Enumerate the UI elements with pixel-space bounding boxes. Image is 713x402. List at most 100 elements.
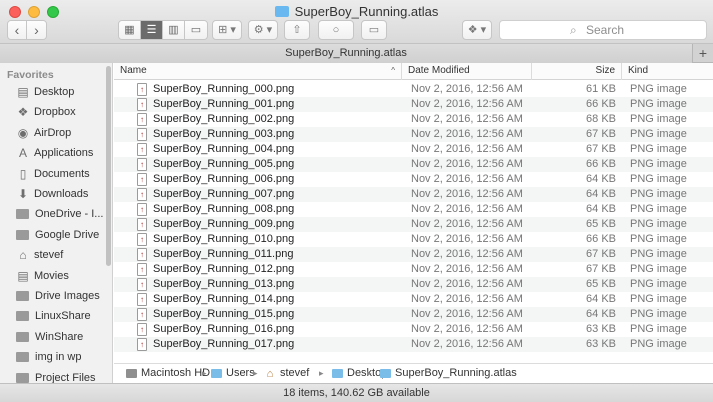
file-date-modified: Nov 2, 2016, 12:56 AM — [411, 248, 523, 260]
file-date-modified: Nov 2, 2016, 12:56 AM — [411, 293, 523, 305]
sidebar-item-linuxshare[interactable]: LinuxShare — [0, 306, 108, 326]
column-header-date[interactable]: Date Modified — [402, 63, 532, 80]
file-name: SuperBoy_Running_016.png — [153, 323, 295, 335]
sidebar-item-documents[interactable]: ▯ Documents — [0, 164, 108, 184]
file-row[interactable]: ↑ SuperBoy_Running_011.png Nov 2, 2016, 12… — [114, 247, 713, 262]
sidebar-item-applications[interactable]: A Applications — [0, 143, 108, 163]
action-button[interactable]: ⚙ ▾ — [248, 20, 278, 40]
file-name: SuperBoy_Running_007.png — [153, 188, 295, 200]
file-row[interactable]: ↑ SuperBoy_Running_004.png Nov 2, 2016, 12… — [114, 142, 713, 157]
path-item-superboy-running-atlas[interactable]: SuperBoy_Running.atlas — [380, 364, 517, 383]
file-row[interactable]: ↑ SuperBoy_Running_006.png Nov 2, 2016, 12… — [114, 172, 713, 187]
sidebar-item-label: Project Files — [35, 371, 96, 383]
title-bar: SuperBoy_Running.atlas ‹ › ▦ ☰ ▥ ▭ ⊞ ▾ ⚙… — [0, 0, 713, 44]
folder-icon — [16, 291, 29, 301]
file-name: SuperBoy_Running_004.png — [153, 143, 295, 155]
path-item-macintosh-hd[interactable]: Macintosh HD — [126, 364, 210, 383]
sidebar-item-label: img in wp — [35, 351, 82, 364]
path-item-users[interactable]: Users — [211, 364, 255, 383]
file-kind: PNG image — [630, 338, 687, 350]
sidebar-item-label: WinShare — [35, 330, 84, 343]
new-folder-button[interactable]: ▭ — [361, 20, 387, 40]
dropbox-button[interactable]: ❖ ▾ — [462, 20, 492, 40]
file-row[interactable]: ↑ SuperBoy_Running_017.png Nov 2, 2016, 12… — [114, 337, 713, 352]
png-file-icon: ↑ — [137, 308, 147, 321]
tab-bar: SuperBoy_Running.atlas + — [0, 44, 713, 63]
sidebar-item-project-files[interactable]: Project Files — [0, 368, 108, 383]
file-row[interactable]: ↑ SuperBoy_Running_009.png Nov 2, 2016, 12… — [114, 217, 713, 232]
file-row[interactable]: ↑ SuperBoy_Running_003.png Nov 2, 2016, 12… — [114, 127, 713, 142]
file-row[interactable]: ↑ SuperBoy_Running_001.png Nov 2, 2016, 12… — [114, 97, 713, 112]
file-size: 64 KB — [586, 203, 616, 215]
sidebar-item-stevef[interactable]: ⌂ stevef — [0, 245, 108, 265]
folder-icon — [211, 369, 222, 378]
folder-icon — [16, 372, 29, 383]
file-name: SuperBoy_Running_003.png — [153, 128, 295, 140]
sidebar-item-google-drive[interactable]: Google Drive — [0, 225, 108, 245]
sidebar-item-onedrive-i[interactable]: OneDrive - I... — [0, 204, 108, 224]
column-header-name[interactable]: Name ^ — [114, 63, 402, 80]
sidebar-item-label: Downloads — [34, 188, 89, 200]
sidebar-item-label: OneDrive - I... — [35, 208, 104, 221]
file-size: 66 KB — [586, 98, 616, 110]
sidebar-item-winshare[interactable]: WinShare — [0, 327, 108, 347]
file-row[interactable]: ↑ SuperBoy_Running_000.png Nov 2, 2016, 12… — [114, 82, 713, 97]
search-input[interactable] — [586, 22, 696, 38]
folder-icon — [16, 311, 29, 322]
column-header-size[interactable]: Size — [532, 63, 622, 80]
folder-icon — [16, 331, 29, 342]
home-icon: ⌂ — [19, 248, 27, 263]
sidebar-item-label: Movies — [34, 269, 69, 282]
file-row[interactable]: ↑ SuperBoy_Running_007.png Nov 2, 2016, 12… — [114, 187, 713, 202]
arrange-button[interactable]: ⊞ ▾ — [212, 20, 242, 40]
sidebar-item-movies[interactable]: ▤ Movies — [0, 266, 108, 286]
column-view-button[interactable]: ▥ — [163, 21, 185, 39]
tags-button[interactable]: ○ — [318, 20, 354, 40]
path-item-stevef[interactable]: ⌂ stevef — [264, 364, 310, 383]
file-row[interactable]: ↑ SuperBoy_Running_002.png Nov 2, 2016, 12… — [114, 112, 713, 127]
sidebar-item-desktop[interactable]: ▤ Desktop — [0, 82, 108, 102]
list-view-button[interactable]: ☰ — [141, 21, 163, 39]
downloads-icon: ⬇ — [17, 187, 29, 201]
forward-button[interactable]: › — [27, 21, 46, 39]
icon-view-button[interactable]: ▦ — [119, 21, 141, 39]
sidebar-item-img-in-wp[interactable]: img in wp — [0, 347, 108, 367]
home-icon: ⌂ — [266, 367, 274, 380]
coverflow-view-button[interactable]: ▭ — [185, 21, 207, 39]
desktop-icon: ▤ — [17, 85, 29, 99]
file-row[interactable]: ↑ SuperBoy_Running_014.png Nov 2, 2016, 12… — [114, 292, 713, 307]
column-header-kind[interactable]: Kind — [622, 63, 713, 80]
file-row[interactable]: ↑ SuperBoy_Running_005.png Nov 2, 2016, 12… — [114, 157, 713, 172]
sidebar-item-label: Applications — [34, 147, 94, 160]
sidebar-item-drive-images[interactable]: Drive Images — [0, 286, 108, 306]
file-row[interactable]: ↑ SuperBoy_Running_010.png Nov 2, 2016, 12… — [114, 232, 713, 247]
path-separator-icon: ▸ — [319, 368, 324, 378]
file-date-modified: Nov 2, 2016, 12:56 AM — [411, 128, 523, 140]
png-file-icon: ↑ — [137, 158, 147, 171]
file-list: Name ^ Date Modified Size Kind ↑ SuperBoy… — [114, 63, 713, 363]
back-button[interactable]: ‹ — [8, 21, 27, 39]
file-date-modified: Nov 2, 2016, 12:56 AM — [411, 218, 523, 230]
file-name: SuperBoy_Running_012.png — [153, 263, 295, 275]
file-row[interactable]: ↑ SuperBoy_Running_013.png Nov 2, 2016, 12… — [114, 277, 713, 292]
sidebar-item-dropbox[interactable]: ❖ Dropbox — [0, 102, 108, 122]
sidebar-item-label: Documents — [34, 167, 90, 180]
file-row[interactable]: ↑ SuperBoy_Running_016.png Nov 2, 2016, 12… — [114, 322, 713, 337]
file-size: 64 KB — [586, 293, 616, 305]
sidebar-scrollbar[interactable] — [106, 66, 111, 266]
sidebar-item-airdrop[interactable]: ◉ AirDrop — [0, 123, 108, 143]
new-tab-button[interactable]: + — [693, 44, 713, 63]
search-field[interactable]: ⌕ — [499, 20, 707, 40]
share-button[interactable]: ⇧ — [284, 20, 310, 40]
file-row[interactable]: ↑ SuperBoy_Running_012.png Nov 2, 2016, 12… — [114, 262, 713, 277]
png-file-icon: ↑ — [137, 278, 147, 291]
sidebar-item-downloads[interactable]: ⬇ Downloads — [0, 184, 108, 204]
file-name: SuperBoy_Running_010.png — [153, 233, 295, 245]
file-row[interactable]: ↑ SuperBoy_Running_008.png Nov 2, 2016, 12… — [114, 202, 713, 217]
png-file-icon: ↑ — [137, 83, 147, 96]
file-size: 64 KB — [586, 188, 616, 200]
file-row[interactable]: ↑ SuperBoy_Running_015.png Nov 2, 2016, 12… — [114, 307, 713, 322]
file-name: SuperBoy_Running_017.png — [153, 338, 295, 350]
file-kind: PNG image — [630, 233, 687, 245]
tab-superboy-running-atlas[interactable]: SuperBoy_Running.atlas — [0, 44, 693, 63]
